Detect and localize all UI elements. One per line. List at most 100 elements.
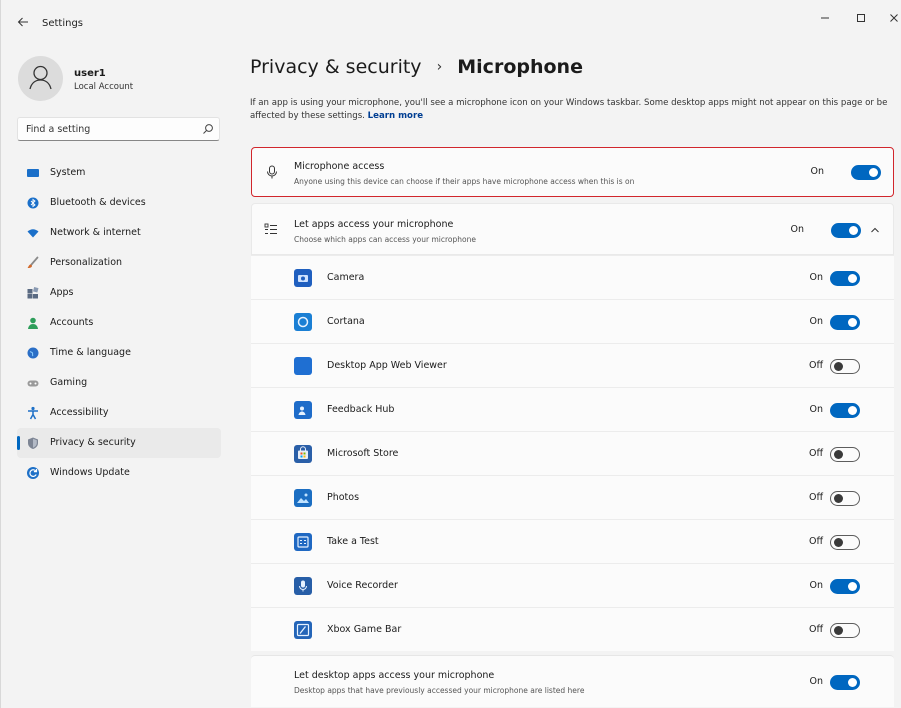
app-row-take-a-test: Take a Test Off	[251, 519, 894, 563]
app-row-desktop-app-web-viewer: Desktop App Web Viewer Off	[251, 343, 894, 387]
voice-recorder-toggle[interactable]	[830, 579, 860, 594]
apps-access-subtitle: Choose which apps can access your microp…	[294, 235, 476, 244]
wifi-icon	[27, 229, 39, 238]
apps-access-toggle[interactable]	[831, 223, 861, 238]
feedback-hub-toggle[interactable]	[830, 403, 860, 418]
app-state: Off	[808, 360, 823, 371]
desktop-access-state: On	[809, 676, 824, 687]
search-icon[interactable]	[202, 123, 214, 135]
toggle-knob	[834, 626, 843, 635]
minimize-icon	[821, 17, 829, 19]
microsoft-store-toggle[interactable]	[830, 447, 860, 462]
app-row-cortana: Cortana On	[251, 299, 894, 343]
app-row-photos: Photos Off	[251, 475, 894, 519]
sidebar-item-label: Personalization	[50, 257, 123, 268]
camera-app-icon	[294, 269, 312, 287]
apps-access-title: Let apps access your microphone	[294, 219, 454, 230]
app-name: Take a Test	[327, 536, 379, 547]
sidebar-item-label: Windows Update	[50, 467, 130, 478]
settings-window: Settings user1 Local Account System	[0, 0, 901, 708]
learn-more-link[interactable]: Learn more	[368, 111, 423, 121]
sidebar-item-personalization[interactable]: Personalization	[17, 248, 221, 278]
search-box	[17, 117, 220, 141]
toggle-knob	[834, 538, 843, 547]
microphone-access-toggle[interactable]	[851, 165, 881, 180]
sidebar-item-apps[interactable]: Apps	[17, 278, 221, 308]
feedback-hub-app-icon	[294, 401, 312, 419]
app-state: On	[809, 272, 824, 283]
brush-icon	[27, 256, 39, 268]
sidebar-item-windows-update[interactable]: Windows Update	[17, 458, 221, 488]
web-viewer-app-icon	[294, 357, 312, 375]
app-row-voice-recorder: Voice Recorder On	[251, 563, 894, 607]
sidebar-nav: System Bluetooth & devices Network & int…	[17, 158, 221, 488]
person-icon	[28, 317, 38, 329]
breadcrumb: Privacy & security › Microphone	[250, 56, 583, 78]
app-name: Microsoft Store	[327, 448, 399, 459]
search-input[interactable]	[18, 118, 198, 140]
desktop-access-toggle[interactable]	[830, 675, 860, 690]
take-a-test-app-icon	[294, 533, 312, 551]
sidebar-item-label: Accessibility	[50, 407, 109, 418]
globe-clock-icon	[27, 347, 39, 359]
toggle-knob	[834, 362, 843, 371]
description-text: If an app is using your microphone, you'…	[250, 98, 888, 121]
sidebar-item-label: Gaming	[50, 377, 88, 388]
title-bar: Settings	[1, 0, 901, 42]
maximize-button[interactable]	[851, 10, 871, 30]
gamepad-icon	[27, 380, 39, 387]
microphone-access-title: Microphone access	[294, 161, 385, 172]
page-title: Microphone	[457, 56, 583, 78]
toggle-knob	[848, 318, 857, 327]
sidebar-item-system[interactable]: System	[17, 158, 221, 188]
sidebar-item-gaming[interactable]: Gaming	[17, 368, 221, 398]
xbox-game-bar-toggle[interactable]	[830, 623, 860, 638]
microphone-access-subtitle: Anyone using this device can choose if t…	[294, 177, 635, 186]
camera-toggle[interactable]	[830, 271, 860, 286]
microphone-icon	[267, 165, 277, 179]
sidebar-item-privacy-security[interactable]: Privacy & security	[17, 428, 221, 458]
take-a-test-toggle[interactable]	[830, 535, 860, 550]
desktop-access-subtitle: Desktop apps that have previously access…	[294, 686, 585, 695]
sidebar-item-time-language[interactable]: Time & language	[17, 338, 221, 368]
app-name: Photos	[327, 492, 360, 503]
app-name: Camera	[327, 272, 365, 283]
app-state: Off	[808, 448, 823, 459]
close-button[interactable]	[884, 10, 901, 30]
sidebar-item-label: System	[50, 167, 86, 178]
toggle-knob	[848, 582, 857, 591]
microphone-access-card[interactable]: Microphone access Anyone using this devi…	[251, 147, 894, 197]
toggle-knob	[848, 274, 857, 283]
app-state: Off	[808, 492, 823, 503]
back-button[interactable]	[15, 16, 31, 32]
desktop-app-web-viewer-toggle[interactable]	[830, 359, 860, 374]
desktop-apps-access-card[interactable]: Let desktop apps access your microphone …	[251, 655, 894, 707]
shield-icon	[28, 437, 38, 449]
sidebar-item-accessibility[interactable]: Accessibility	[17, 398, 221, 428]
app-row-camera: Camera On	[251, 255, 894, 299]
active-indicator	[17, 436, 20, 450]
window-title: Settings	[42, 18, 84, 29]
monitor-icon	[27, 169, 39, 177]
sidebar-item-bluetooth[interactable]: Bluetooth & devices	[17, 188, 221, 218]
close-icon	[890, 14, 898, 22]
chevron-up-icon[interactable]	[870, 226, 880, 234]
sidebar-item-network[interactable]: Network & internet	[17, 218, 221, 248]
sidebar-item-label: Privacy & security	[50, 437, 136, 448]
accessibility-icon	[28, 406, 38, 420]
apps-access-card[interactable]: Let apps access your microphone Choose w…	[251, 203, 894, 255]
toggle-knob	[848, 406, 857, 415]
photos-toggle[interactable]	[830, 491, 860, 506]
breadcrumb-parent[interactable]: Privacy & security	[250, 56, 422, 78]
store-app-icon	[294, 445, 312, 463]
sidebar-item-accounts[interactable]: Accounts	[17, 308, 221, 338]
apps-access-state: On	[790, 224, 805, 235]
minimize-button[interactable]	[815, 10, 835, 30]
app-name: Xbox Game Bar	[327, 624, 402, 635]
avatar[interactable]	[18, 56, 63, 101]
toggle-knob	[834, 450, 843, 459]
cortana-toggle[interactable]	[830, 315, 860, 330]
app-row-microsoft-store: Microsoft Store Off	[251, 431, 894, 475]
app-name: Feedback Hub	[327, 404, 395, 415]
sidebar-item-label: Network & internet	[50, 227, 141, 238]
